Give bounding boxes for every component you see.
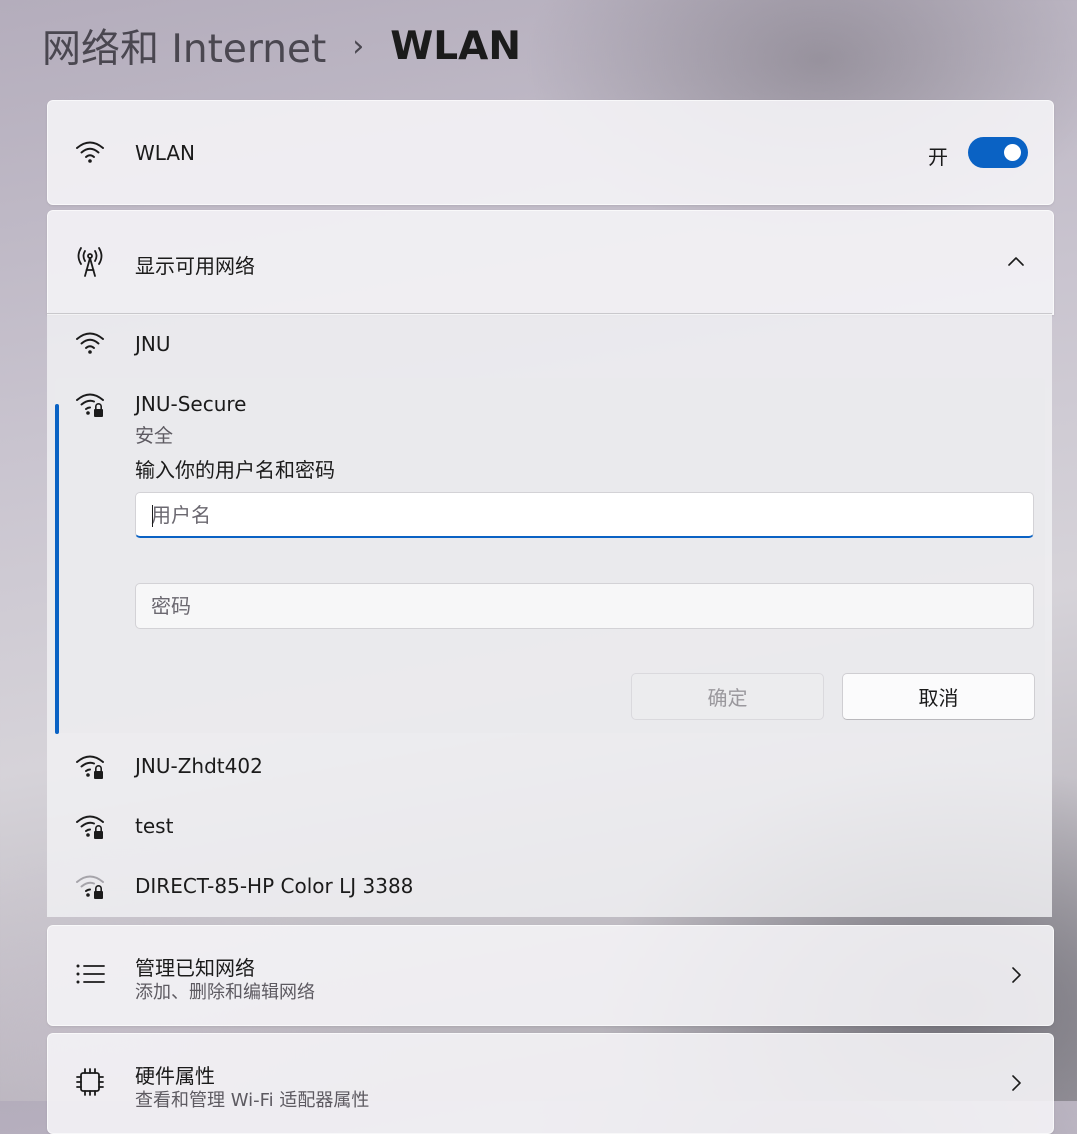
network-name[interactable]: DIRECT-85-HP Color LJ 3388 [135,874,413,898]
chevron-right-icon[interactable] [1004,963,1028,987]
chip-icon [74,1066,106,1098]
wifi-secured-icon [74,388,106,420]
breadcrumb: 网络和 Internet › WLAN [42,18,521,74]
hardware-properties-subtitle: 查看和管理 Wi-Fi 适配器属性 [135,1090,370,1111]
wifi-secured-icon [74,810,106,842]
network-name: JNU-Secure [135,392,247,416]
network-security-status: 安全 [135,425,174,447]
breadcrumb-separator: › [352,28,365,64]
chevron-right-icon[interactable] [1004,1071,1028,1095]
username-input[interactable] [151,493,1011,536]
ok-button[interactable]: 确定 [631,673,824,720]
wlan-card [47,100,1054,205]
chevron-up-icon[interactable] [1004,250,1028,274]
cancel-button[interactable]: 取消 [842,673,1035,720]
text-caret [152,505,153,527]
username-field[interactable] [135,492,1034,538]
wifi-secured-icon [74,750,106,782]
network-name[interactable]: JNU-Zhdt402 [135,754,263,778]
network-name[interactable]: JNU [135,332,171,356]
list-icon [74,958,106,990]
manage-networks-title: 管理已知网络 [135,956,255,980]
network-name[interactable]: test [135,814,173,838]
manage-networks-subtitle: 添加、删除和编辑网络 [135,982,315,1003]
wlan-toggle-state: 开 [928,145,948,169]
page-title: WLAN [390,23,521,69]
password-input[interactable] [151,584,1011,628]
selection-indicator [55,404,59,734]
available-networks-label: 显示可用网络 [135,254,255,278]
wifi-icon [74,136,106,168]
wifi-weak-secured-icon [74,870,106,902]
login-prompt: 输入你的用户名和密码 [135,458,335,482]
breadcrumb-parent-link[interactable]: 网络和 Internet [42,18,326,74]
wifi-icon [74,327,106,359]
antenna-icon [74,246,106,278]
toggle-knob [1004,144,1021,161]
wlan-toggle[interactable] [968,137,1028,168]
wlan-label: WLAN [135,141,196,165]
hardware-properties-title: 硬件属性 [135,1064,215,1088]
password-field[interactable] [135,583,1034,629]
